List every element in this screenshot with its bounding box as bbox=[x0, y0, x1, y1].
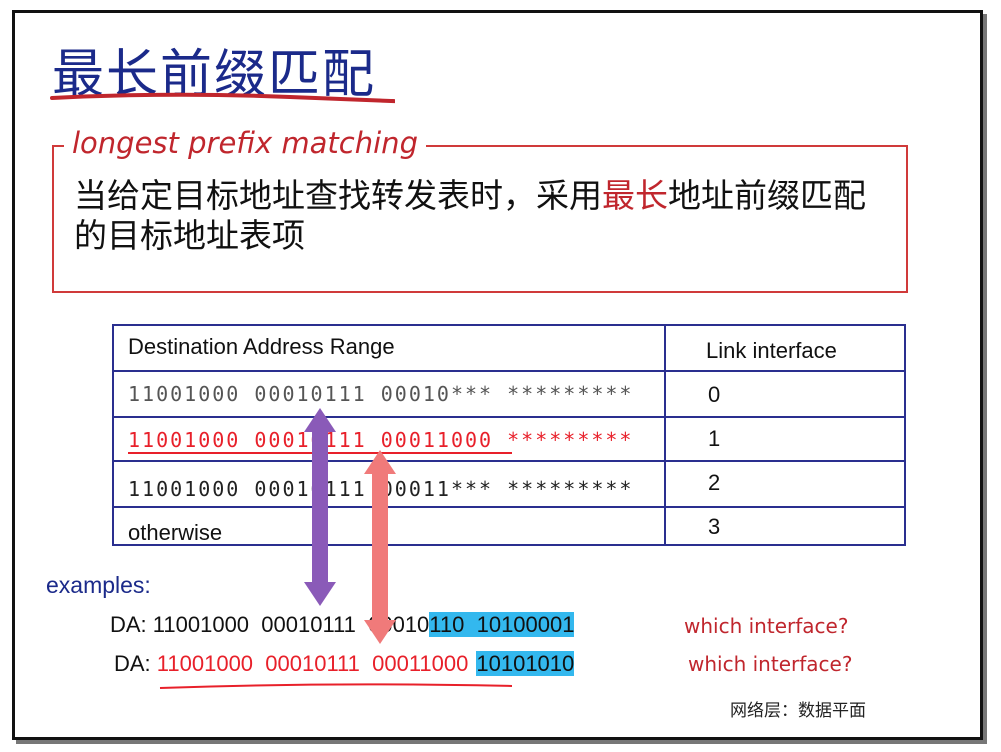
example-1-prefix: DA: bbox=[110, 612, 153, 637]
example-da-2: DA: 11001000 00010111 00011000 10101010 bbox=[114, 651, 575, 677]
definition-heading: longest prefix matching bbox=[64, 126, 426, 160]
example-2-question: which interface? bbox=[688, 652, 853, 676]
example-1-rest: 110 10100001 bbox=[429, 612, 575, 637]
table-row-0-iface: 0 bbox=[708, 382, 721, 407]
table-row-3-iface: 3 bbox=[708, 514, 721, 539]
column-divider bbox=[664, 326, 666, 544]
definition-text-before: 当给定目标地址查找转发表时，采用 bbox=[74, 176, 602, 215]
table-row-2-range: 11001000 00010111 00011*** ********* bbox=[128, 477, 634, 501]
table-row-3-range: otherwise bbox=[128, 520, 223, 545]
example-2-matched: 11001000 00010111 00011000 bbox=[156, 651, 469, 676]
title-underline bbox=[50, 92, 395, 104]
example-2-prefix: DA: bbox=[114, 651, 157, 676]
row-divider bbox=[114, 370, 904, 372]
table-row-0-range: 11001000 00010111 00010*** ********* bbox=[128, 382, 634, 406]
row-divider bbox=[114, 416, 904, 418]
example-da-1: DA: 11001000 00010111 00010110 10100001 bbox=[110, 612, 575, 638]
table-row-1-range: 11001000 00010111 00011000 ********* bbox=[128, 428, 634, 452]
definition-text-highlight: 最长 bbox=[602, 176, 668, 215]
table-row-1-iface: 1 bbox=[708, 426, 721, 451]
forwarding-table: Destination Address Range Link interface… bbox=[112, 324, 906, 546]
footer-label: 网络层：数据平面 bbox=[730, 701, 866, 721]
row-divider bbox=[114, 506, 904, 508]
header-destination-range: Destination Address Range bbox=[128, 334, 395, 359]
row-divider bbox=[114, 460, 904, 462]
example-1-matched: 11001000 00010111 00010 bbox=[152, 612, 430, 637]
example-1-question: which interface? bbox=[684, 614, 849, 638]
header-link-interface: Link interface bbox=[706, 338, 837, 363]
table-row-2-iface: 2 bbox=[708, 470, 721, 495]
definition-text: 当给定目标地址查找转发表时，采用最长地址前缀匹配的目标地址表项 bbox=[74, 176, 894, 256]
example-2-rest: 10101010 bbox=[476, 651, 575, 676]
examples-label: examples: bbox=[46, 572, 151, 598]
